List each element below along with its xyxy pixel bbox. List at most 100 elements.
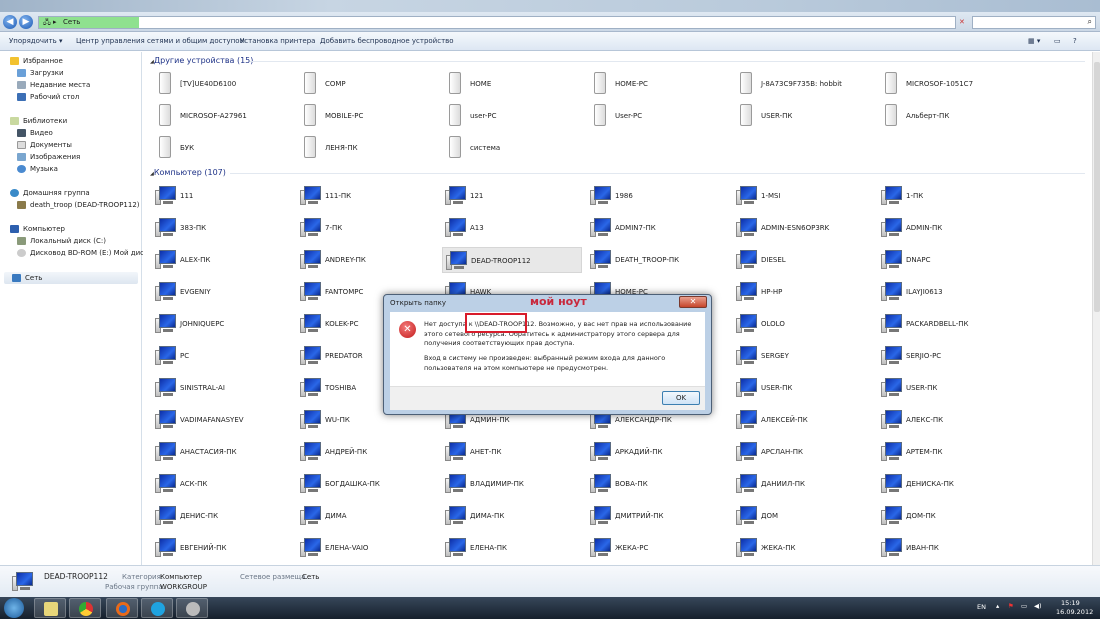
device-item[interactable]: USER-ПК [733,103,873,129]
computer-item[interactable]: ВОВА-ПК [587,471,727,497]
computer-item[interactable]: АРТЕМ-ПК [878,439,1018,465]
computer-item[interactable]: ДЕНИСКА-ПК [878,471,1018,497]
taskbar-firefox[interactable] [106,598,138,618]
computer-item[interactable]: ДОМ [733,503,873,529]
computer-item[interactable]: 111-ПК [297,183,437,209]
computer-item[interactable]: 7-ПК [297,215,437,241]
device-item[interactable]: COMP [297,71,437,97]
dialog-close-button[interactable]: ✕ [679,296,707,308]
address-input[interactable]: 🖧 ▸ Сеть ✕ [38,16,965,29]
sidebar-item-recent[interactable]: Недавние места [17,81,90,89]
computer-item[interactable]: VADIMAFANASYEV [152,407,292,433]
breadcrumb-network[interactable]: Сеть [63,18,80,26]
computer-item[interactable]: АРСЛАН-ПК [733,439,873,465]
computer-item[interactable]: 383-ПК [152,215,292,241]
vertical-scrollbar[interactable] [1092,52,1100,565]
computer-item[interactable]: ЕВГЕНИЙ-ПК [152,535,292,561]
device-item[interactable]: MOBILE-PC [297,103,437,129]
sidebar-item-desktop[interactable]: Рабочий стол [17,93,79,101]
computer-item[interactable]: ДИМА-ПК [442,503,582,529]
forward-button[interactable]: ▶ [19,15,33,29]
device-item[interactable]: Альберт-ПК [878,103,1018,129]
computer-item[interactable]: DEATH_TROOP-ПК [587,247,727,273]
computer-item[interactable]: АСК-ПК [152,471,292,497]
computer-item[interactable]: 1-ПК [878,183,1018,209]
clock-date[interactable]: 16.09.2012 [1056,608,1093,616]
computer-item[interactable]: PACKARDBELL-ПК [878,311,1018,337]
taskbar-explorer[interactable] [34,598,66,618]
computer-item[interactable]: ДЕНИС-ПК [152,503,292,529]
computer-item[interactable]: SERGEY [733,343,873,369]
computer-item[interactable]: АНЕТ-ПК [442,439,582,465]
computer-item[interactable]: ALEX-ПК [152,247,292,273]
group-header-computers[interactable]: Компьютер (107) [150,168,226,177]
computer-item[interactable]: 1-MSI [733,183,873,209]
clock-time[interactable]: 15:19 [1061,599,1080,607]
taskbar-chrome[interactable] [69,598,101,618]
tray-expand-icon[interactable]: ▴ [996,602,999,610]
sidebar-libraries[interactable]: Библиотеки [10,117,67,125]
action-center-icon[interactable]: ⚑ [1008,602,1014,610]
computer-item[interactable]: EVGENIY [152,279,292,305]
language-indicator[interactable]: EN [977,603,986,611]
device-item[interactable]: MICROSOF-A27961 [152,103,292,129]
computer-item[interactable]: USER-ПК [733,375,873,401]
computer-item[interactable]: АЛЕКСЕЙ-ПК [733,407,873,433]
view-options-icon[interactable]: ▦ ▾ [1028,37,1040,45]
computer-item[interactable]: БОГДАШКА-ПК [297,471,437,497]
network-center-button[interactable]: Центр управления сетями и общим доступом [76,37,245,45]
device-item[interactable]: ЛЕНЯ-ПК [297,135,437,161]
search-input[interactable]: ⌕ [972,16,1096,29]
start-button[interactable] [4,598,24,618]
device-item[interactable]: user-PC [442,103,582,129]
sidebar-item-video[interactable]: Видео [17,129,53,137]
device-item[interactable]: User-PC [587,103,727,129]
computer-item[interactable]: ADMIN7-ПК [587,215,727,241]
computer-item[interactable]: ЕЛЕНА-VAIO [297,535,437,561]
group-header-other-devices[interactable]: Другие устройства (15) [150,56,254,65]
computer-item[interactable]: ДМИТРИЙ-ПК [587,503,727,529]
device-item[interactable]: БУК [152,135,292,161]
computer-item[interactable]: OLOLO [733,311,873,337]
sidebar-item-documents[interactable]: Документы [17,141,72,149]
scrollbar-thumb[interactable] [1094,62,1100,312]
computer-item[interactable]: ILAYJI0613 [878,279,1018,305]
organize-button[interactable]: Упорядочить ▾ [9,37,63,45]
computer-item[interactable]: ИВАН-ПК [878,535,1018,561]
sidebar-item-downloads[interactable]: Загрузки [17,69,64,77]
network-tray-icon[interactable]: ▭ [1021,602,1027,610]
computer-item[interactable]: ЕЛЕНА-ПК [442,535,582,561]
sidebar-item-music[interactable]: Музыка [17,165,58,173]
computer-item[interactable]: ДАНИИЛ-ПК [733,471,873,497]
device-item[interactable]: HOME [442,71,582,97]
sidebar-item-homegroup-user[interactable]: death_troop (DEAD-TROOP112) [17,201,140,209]
device-item[interactable]: система [442,135,582,161]
computer-item[interactable]: SERJIO-PC [878,343,1018,369]
taskbar-app[interactable] [176,598,208,618]
device-item[interactable]: MICROSOF-1051C7 [878,71,1018,97]
computer-item[interactable]: HP-HP [733,279,873,305]
computer-item[interactable]: DIESEL [733,247,873,273]
preview-pane-icon[interactable]: ▭ [1054,37,1061,45]
sidebar-computer[interactable]: Компьютер [10,225,65,233]
computer-item[interactable]: A13 [442,215,582,241]
device-item[interactable]: HOME-PC [587,71,727,97]
computer-item[interactable]: DNAPC [878,247,1018,273]
computer-item[interactable]: ДИМА [297,503,437,529]
computer-item[interactable]: ЖЕКА-PC [587,535,727,561]
computer-item[interactable]: ДОМ-ПК [878,503,1018,529]
computer-item[interactable]: АРКАДИЙ-ПК [587,439,727,465]
computer-item[interactable]: ЖЕКА-ПК [733,535,873,561]
back-button[interactable]: ◀ [3,15,17,29]
computer-item[interactable]: SINISTRAL-AI [152,375,292,401]
sidebar-item-local-disk[interactable]: Локальный диск (C:) [17,237,106,245]
device-item[interactable]: J-8A73C9F735B: hobbit [733,71,873,97]
refresh-stop-icon[interactable]: ✕ [959,18,965,26]
computer-item[interactable]: АНДРЕЙ-ПК [297,439,437,465]
computer-item[interactable]: 121 [442,183,582,209]
computer-item[interactable]: PC [152,343,292,369]
sidebar-network[interactable]: Сеть [4,272,138,284]
computer-item[interactable]: ANDREY-ПК [297,247,437,273]
sidebar-favorites[interactable]: Избранное [10,57,63,65]
taskbar-skype[interactable] [141,598,173,618]
